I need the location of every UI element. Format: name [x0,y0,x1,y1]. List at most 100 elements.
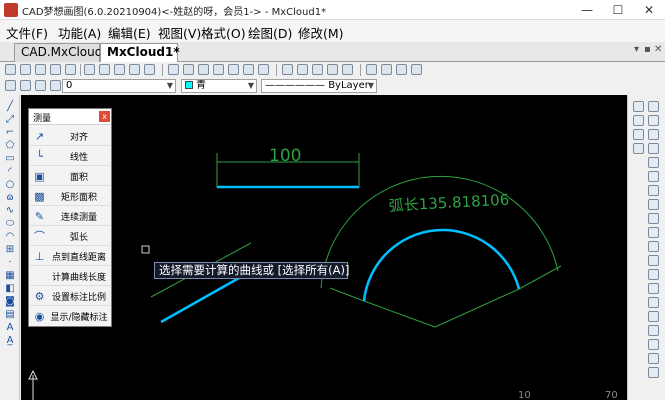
undo-icon[interactable] [327,64,338,75]
menu-draw[interactable]: 绘图(D) [248,23,292,42]
layer-icon[interactable] [258,64,269,75]
extend-tool-icon[interactable] [648,185,659,196]
measure-item-rect-area[interactable]: ▩ 矩形面积 [30,187,110,206]
measure-item-toggle-dim[interactable]: ◉ 显示/隐藏标注 [30,307,110,326]
help-icon[interactable] [411,64,422,75]
spline-tool-icon[interactable]: ∿ [3,205,17,216]
save-as-icon[interactable] [50,64,61,75]
table-tool-icon[interactable]: ▤ [3,309,17,320]
rotate-tool-icon[interactable] [648,129,659,140]
redo-icon[interactable] [342,64,353,75]
arc-tool-icon[interactable]: ◜ [3,166,17,177]
paste-icon[interactable] [228,64,239,75]
mtext-tool-icon[interactable]: A̲ [3,335,17,346]
zoom-previous-icon[interactable] [144,64,155,75]
open-file-icon[interactable] [20,64,31,75]
minimize-button[interactable]: — [572,0,602,20]
measure-item-dim-scale[interactable]: ⚙ 设置标注比例 [30,287,110,306]
edit-text-tool-icon[interactable] [648,339,659,350]
tab-list-icon[interactable]: ▾ [634,44,639,55]
circle-tool-icon[interactable]: ○ [3,179,17,190]
copy-tool-icon[interactable] [633,115,644,126]
lengthen-tool-icon[interactable] [648,269,659,280]
move-icon[interactable] [198,64,209,75]
zoom-window-icon[interactable] [84,64,95,75]
menu-modify[interactable]: 修改(M) [298,23,344,42]
rectangle-tool-icon[interactable]: ▭ [3,153,17,164]
ellipse-arc-tool-icon[interactable]: ◠ [3,231,17,242]
stretch-tool-icon[interactable] [648,157,659,168]
menu-view[interactable]: 视图(V) [158,23,201,42]
ellipse-tool-icon[interactable]: ⬭ [3,218,17,229]
line-tool-icon[interactable]: ╱ [3,101,17,112]
measured-curve[interactable] [160,276,240,324]
measured-arc[interactable] [362,228,521,302]
linetype-select[interactable]: —————— ByLayer ▼ [261,79,377,93]
region-tool-icon[interactable]: ◙ [3,296,17,307]
measure-item-point-line[interactable]: ⊥ 点到直线距离 [30,247,110,266]
text-style-icon[interactable] [297,64,308,75]
scale-tool-icon[interactable] [648,143,659,154]
edit-polyline-tool-icon[interactable] [648,353,659,364]
gradient-tool-icon[interactable]: ◧ [3,283,17,294]
measure-icon[interactable] [282,64,293,75]
edit-hatch-tool-icon[interactable] [648,367,659,378]
text-tool-icon[interactable]: A [3,322,17,333]
array-tool-icon[interactable] [648,101,659,112]
close-icon[interactable]: x [99,111,110,122]
plot-icon[interactable] [381,64,392,75]
fillet-tool-icon[interactable] [648,227,659,238]
break-tool-icon[interactable] [648,199,659,210]
print-icon[interactable] [65,64,76,75]
xline-tool-icon[interactable]: ⤢ [3,114,17,125]
save-icon[interactable] [35,64,46,75]
chamfer-tool-icon[interactable] [648,213,659,224]
polyline-tool-icon[interactable]: ⌐ [3,127,17,138]
properties-tool-icon[interactable] [648,325,659,336]
measure-item-arc-length[interactable]: ⌒ 弧长 [30,227,110,246]
freeze-icon[interactable] [35,80,46,91]
erase-tool-icon[interactable] [633,101,644,112]
menu-edit[interactable]: 编辑(E) [108,23,151,42]
cloud-tool-icon[interactable]: ɷ [3,192,17,203]
join-tool-icon[interactable] [648,255,659,266]
measure-item-area[interactable]: ▣ 面积 [30,167,110,186]
zoom-extents-icon[interactable] [129,64,140,75]
align-tool-icon[interactable] [648,283,659,294]
layer-manager-icon[interactable] [5,80,16,91]
tab-close-icon[interactable]: ✕ [654,44,662,55]
tab-mxcloud1[interactable]: MxCloud1* [100,43,180,62]
offset-tool-icon[interactable] [633,143,644,154]
measure-tool-icon[interactable] [648,311,659,322]
maximize-button[interactable]: ☐ [603,0,633,20]
layer-state-icon[interactable] [20,80,31,91]
trim-tool-icon[interactable] [648,171,659,182]
pan-icon[interactable] [183,64,194,75]
insert-block-icon[interactable]: ⊞ [3,244,17,255]
zoom-realtime-icon[interactable] [168,64,179,75]
measure-item-continuous[interactable]: ✎ 连续测量 [30,207,110,226]
close-button[interactable]: ✕ [634,0,664,20]
new-file-icon[interactable] [5,64,16,75]
tab-restore-icon[interactable]: ▪ [644,44,651,55]
menu-file[interactable]: 文件(F) [6,23,48,42]
hatch-tool-icon[interactable]: ▦ [3,270,17,281]
image-icon[interactable] [396,64,407,75]
point-tool-icon[interactable]: · [3,257,17,268]
tab-cad-mxcloud[interactable]: CAD.MxCloud [14,43,102,62]
divide-tool-icon[interactable] [648,297,659,308]
measure-item-align[interactable]: ↗ 对齐 [30,127,110,146]
menu-format[interactable]: 格式(O) [201,23,246,42]
menu-function[interactable]: 功能(A) [58,23,101,42]
zoom-out-icon[interactable] [114,64,125,75]
block-icon[interactable] [312,64,323,75]
move-tool-icon[interactable] [648,115,659,126]
settings-icon[interactable] [366,64,377,75]
color-select[interactable]: 青 ▼ [181,79,257,93]
measure-item-curve-length[interactable]: 计算曲线长度 [30,267,110,286]
layer-select[interactable]: 0 ▼ [62,79,176,93]
lock-icon[interactable] [50,80,61,91]
mirror-tool-icon[interactable] [633,129,644,140]
explode-tool-icon[interactable] [648,241,659,252]
copy-icon[interactable] [213,64,224,75]
